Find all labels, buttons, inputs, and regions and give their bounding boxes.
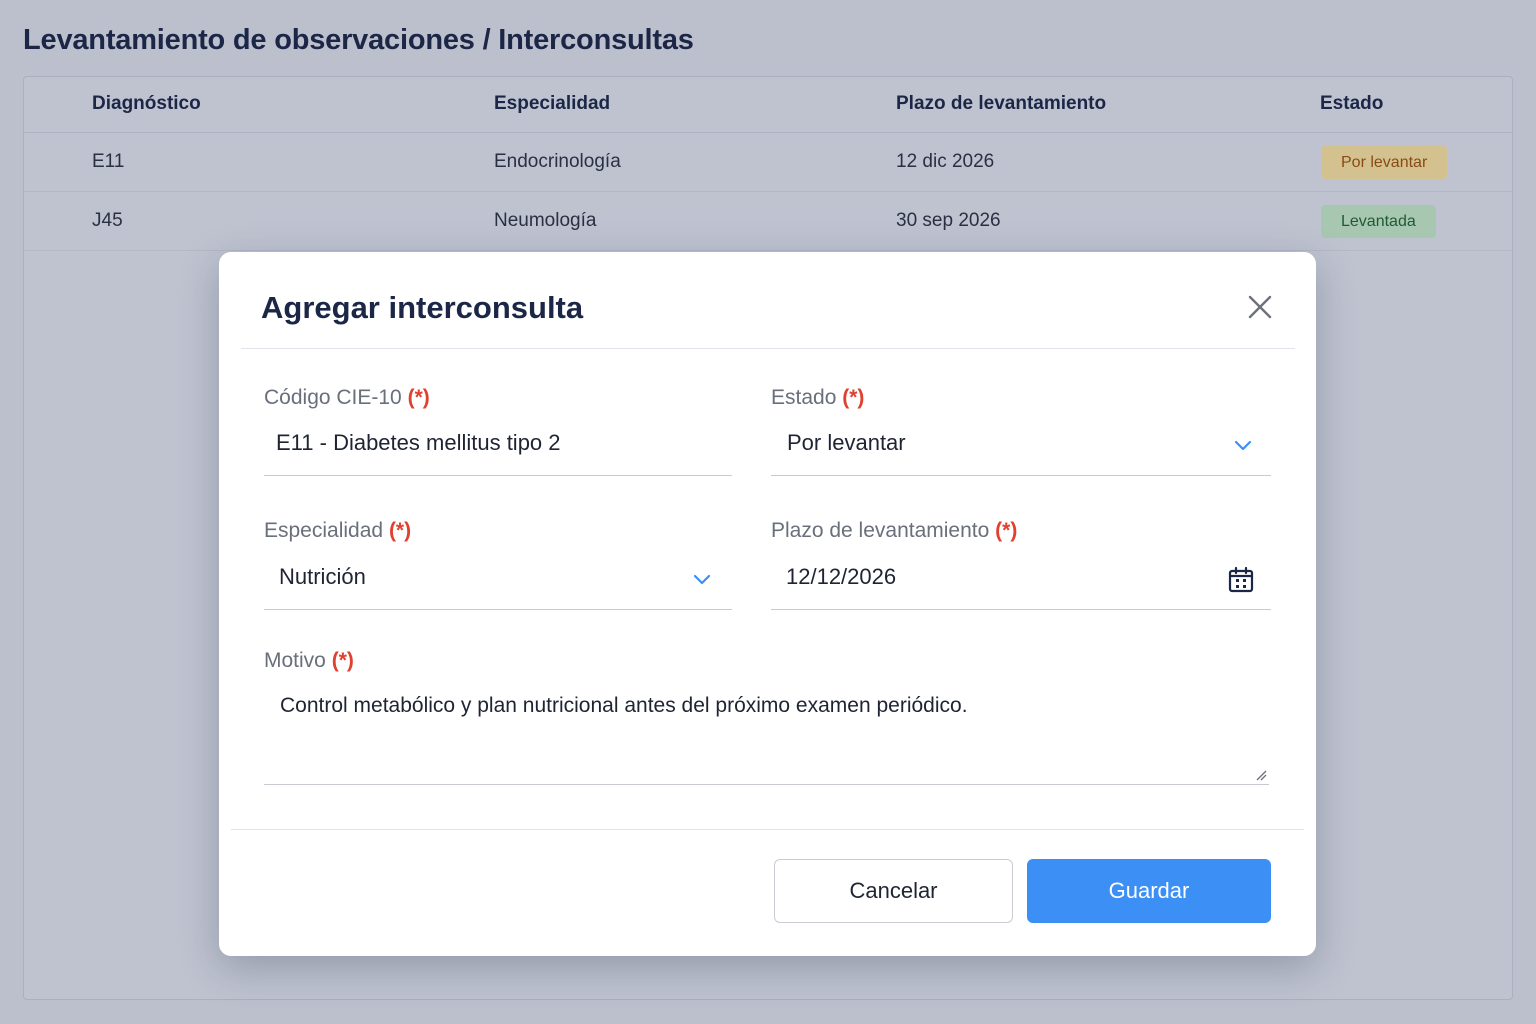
cell-especialidad: Endocrinología: [494, 151, 621, 172]
cell-diagnostico: E11: [92, 151, 125, 172]
required-mark: (*): [995, 519, 1018, 542]
resize-handle-icon[interactable]: [1255, 769, 1267, 781]
required-mark: (*): [407, 386, 430, 409]
status-badge: Por levantar: [1321, 146, 1448, 179]
header-diagnostico[interactable]: Diagnóstico: [92, 93, 201, 115]
close-icon: [1248, 295, 1272, 319]
plazo-value: 12/12/2026: [786, 564, 897, 589]
table-row[interactable]: J45 Neumología 30 sep 2026 Levantada: [24, 192, 1512, 251]
especialidad-select[interactable]: Nutrición: [264, 554, 732, 610]
estado-value: Por levantar: [787, 430, 906, 455]
motivo-value: Control metabólico y plan nutricional an…: [280, 694, 968, 717]
footer-divider: [231, 829, 1304, 830]
add-interconsulta-dialog: Agregar interconsulta Código CIE-10 (*) …: [219, 252, 1316, 956]
estado-label-text: Estado: [771, 386, 837, 409]
motivo-label-text: Motivo: [264, 649, 326, 672]
header-divider: [241, 348, 1295, 349]
header-especialidad[interactable]: Especialidad: [494, 93, 610, 115]
motivo-label: Motivo (*): [264, 649, 354, 673]
cell-plazo: 30 sep 2026: [896, 210, 1001, 231]
required-mark: (*): [388, 519, 412, 542]
chevron-down-icon: [1234, 440, 1252, 451]
especialidad-label-text: Especialidad: [264, 519, 384, 542]
codigo-label: Código CIE-10 (*): [264, 386, 430, 410]
calendar-icon[interactable]: [1227, 566, 1255, 594]
header-estado[interactable]: Estado: [1320, 93, 1383, 115]
estado-label: Estado (*): [771, 386, 864, 410]
table-row[interactable]: E11 Endocrinología 12 dic 2026 Por levan…: [24, 133, 1512, 192]
dialog-title: Agregar interconsulta: [261, 290, 584, 325]
plazo-date-input[interactable]: 12/12/2026: [771, 554, 1271, 610]
cell-diagnostico: J45: [92, 210, 123, 231]
page-title: Levantamiento de observaciones / Interco…: [23, 24, 694, 56]
motivo-textarea[interactable]: Control metabólico y plan nutricional an…: [264, 684, 1269, 785]
cell-plazo: 12 dic 2026: [896, 151, 995, 172]
chevron-down-icon: [693, 574, 711, 585]
required-mark: (*): [331, 649, 354, 672]
plazo-label: Plazo de levantamiento (*): [771, 519, 1017, 543]
especialidad-label: Especialidad (*): [264, 519, 411, 543]
required-mark: (*): [842, 386, 865, 409]
codigo-label-text: Código CIE-10: [264, 386, 402, 409]
status-badge: Levantada: [1321, 205, 1436, 238]
codigo-input[interactable]: E11 - Diabetes mellitus tipo 2: [264, 420, 732, 476]
header-plazo[interactable]: Plazo de levantamiento: [896, 93, 1106, 115]
cell-especialidad: Neumología: [494, 210, 597, 231]
table-header: Diagnóstico Especialidad Plazo de levant…: [24, 77, 1512, 133]
codigo-value: E11 - Diabetes mellitus tipo 2: [276, 430, 561, 455]
close-button[interactable]: [1245, 292, 1275, 322]
save-button[interactable]: Guardar: [1027, 859, 1271, 923]
estado-select[interactable]: Por levantar: [771, 420, 1271, 476]
plazo-label-text: Plazo de levantamiento: [771, 519, 990, 542]
especialidad-value: Nutrición: [279, 564, 366, 589]
cancel-button[interactable]: Cancelar: [774, 859, 1013, 923]
